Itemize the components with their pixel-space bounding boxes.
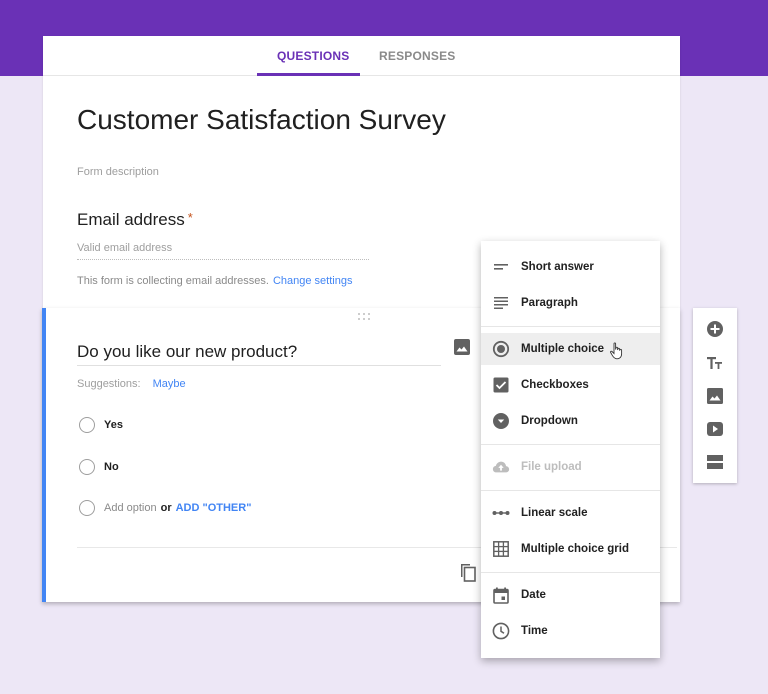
tab-bar: QUESTIONS RESPONSES xyxy=(43,36,680,76)
email-collection-note: This form is collecting email addresses.… xyxy=(77,275,352,287)
active-tab-indicator xyxy=(257,73,360,76)
menu-item-label: Multiple choice grid xyxy=(521,543,629,555)
menu-item-multiple-choice-grid[interactable]: Multiple choice grid xyxy=(481,533,660,565)
grid-icon xyxy=(492,540,510,558)
suggestions-label: Suggestions: xyxy=(77,378,141,390)
option-label[interactable]: Yes xyxy=(104,419,123,431)
menu-item-label: Linear scale xyxy=(521,507,588,519)
menu-item-label: Dropdown xyxy=(521,415,578,427)
linear-scale-icon xyxy=(492,504,510,522)
menu-divider xyxy=(481,444,660,445)
clock-icon xyxy=(492,622,510,640)
email-field: Valid email address xyxy=(77,242,369,260)
section-icon[interactable] xyxy=(705,452,725,472)
form-title[interactable]: Customer Satisfaction Survey xyxy=(77,104,446,136)
menu-item-dropdown[interactable]: Dropdown xyxy=(481,405,660,437)
short-answer-icon xyxy=(492,258,510,276)
add-option-input[interactable]: Add option xyxy=(104,502,157,514)
menu-item-date[interactable]: Date xyxy=(481,579,660,611)
add-option-row: Add option or ADD "OTHER" xyxy=(79,499,251,517)
tab-questions[interactable]: QUESTIONS xyxy=(277,49,349,63)
radio-icon xyxy=(79,459,95,475)
or-text: or xyxy=(160,502,172,514)
menu-divider xyxy=(481,326,660,327)
cloud-upload-icon xyxy=(492,458,510,476)
option-row[interactable]: No xyxy=(79,458,119,476)
question-title-input[interactable]: Do you like our new product? xyxy=(77,342,441,366)
calendar-icon xyxy=(492,586,510,604)
email-label-text: Email address xyxy=(77,210,185,229)
question-type-menu: Short answer Paragraph Multiple choice C… xyxy=(481,241,660,658)
menu-item-label: Short answer xyxy=(521,261,594,273)
menu-item-label: Checkboxes xyxy=(521,379,589,391)
duplicate-icon[interactable] xyxy=(459,563,477,583)
suggestions-row: Suggestions: Maybe xyxy=(77,378,186,390)
email-note-text: This form is collecting email addresses. xyxy=(77,275,269,287)
add-other-link[interactable]: ADD "OTHER" xyxy=(176,502,252,514)
menu-divider xyxy=(481,490,660,491)
video-icon[interactable] xyxy=(705,419,725,439)
add-image-icon[interactable] xyxy=(454,339,470,355)
hand-cursor-icon xyxy=(610,342,623,360)
menu-item-file-upload: File upload xyxy=(481,451,660,483)
drag-handle[interactable] xyxy=(358,313,372,321)
suggestion-chip[interactable]: Maybe xyxy=(153,378,186,390)
menu-item-multiple-choice[interactable]: Multiple choice xyxy=(481,333,660,365)
change-settings-link[interactable]: Change settings xyxy=(273,275,353,287)
menu-divider xyxy=(481,572,660,573)
menu-item-time[interactable]: Time xyxy=(481,615,660,647)
radio-icon xyxy=(79,417,95,433)
menu-item-paragraph[interactable]: Paragraph xyxy=(481,287,660,319)
menu-item-label: File upload xyxy=(521,461,582,473)
option-row[interactable]: Yes xyxy=(79,416,123,434)
menu-item-label: Paragraph xyxy=(521,297,578,309)
menu-item-linear-scale[interactable]: Linear scale xyxy=(481,497,660,529)
menu-item-label: Multiple choice xyxy=(521,343,605,355)
email-question-label: Email address * xyxy=(77,210,193,230)
title-text-icon[interactable] xyxy=(705,353,725,373)
paragraph-icon xyxy=(492,294,510,312)
checkbox-icon xyxy=(492,376,510,394)
side-toolbar xyxy=(693,308,737,483)
dropdown-icon xyxy=(492,412,510,430)
radio-button-icon xyxy=(492,340,510,358)
option-label[interactable]: No xyxy=(104,461,119,473)
menu-item-label: Date xyxy=(521,589,546,601)
menu-item-short-answer[interactable]: Short answer xyxy=(481,251,660,283)
tab-responses[interactable]: RESPONSES xyxy=(379,49,456,63)
menu-item-label: Time xyxy=(521,625,548,637)
add-circle-icon[interactable] xyxy=(705,319,725,339)
menu-item-checkboxes[interactable]: Checkboxes xyxy=(481,369,660,401)
radio-icon xyxy=(79,500,95,516)
image-icon[interactable] xyxy=(705,386,725,406)
form-description-field[interactable]: Form description xyxy=(77,166,159,178)
required-asterisk: * xyxy=(187,210,193,225)
